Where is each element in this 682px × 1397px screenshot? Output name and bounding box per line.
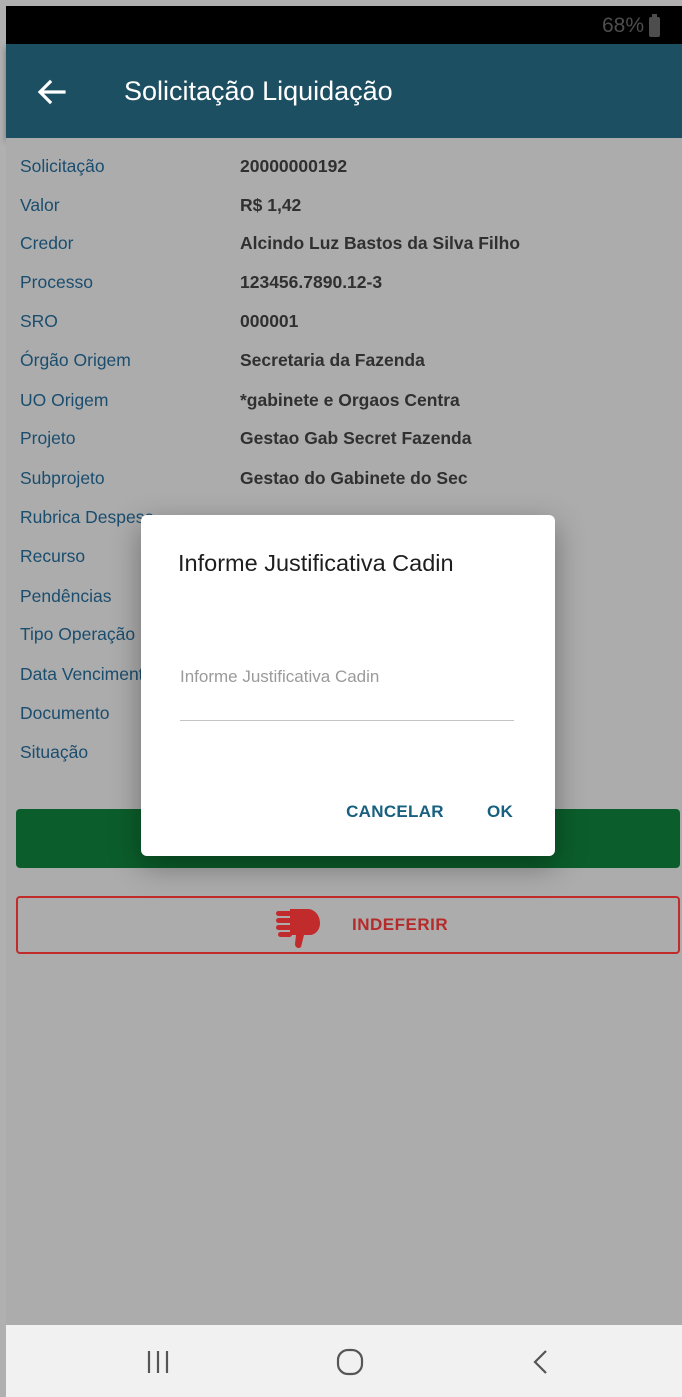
dialog-title: Informe Justificativa Cadin xyxy=(178,550,454,576)
home-icon[interactable] xyxy=(333,1345,367,1379)
field-label: Recurso xyxy=(20,546,86,566)
back-arrow-icon[interactable] xyxy=(32,72,72,112)
field-label: Subprojeto xyxy=(20,468,105,488)
field-label: Processo xyxy=(20,272,93,292)
field-value: Alcindo Luz Bastos da Silva Filho xyxy=(240,233,521,253)
field-label: SRO xyxy=(20,311,58,331)
field-label: Data Vencimento xyxy=(20,664,154,684)
justification-dialog: Informe Justificativa Cadin CANCELAR OK xyxy=(141,515,555,856)
thumbs-down-icon xyxy=(274,905,324,949)
field-value: 123456.7890.12-3 xyxy=(240,272,383,292)
ok-button[interactable]: OK xyxy=(475,787,525,837)
battery-icon xyxy=(649,14,660,37)
status-bar: 68% xyxy=(6,6,682,44)
field-value: Secretaria da Fazenda xyxy=(240,350,425,370)
field-label: Rubrica Despesa xyxy=(20,507,155,527)
field-label: Valor xyxy=(20,195,60,215)
back-nav-icon[interactable] xyxy=(526,1347,556,1377)
system-navigation-bar xyxy=(6,1325,682,1397)
recents-icon[interactable] xyxy=(138,1347,178,1377)
field-value: Gestao do Gabinete do Sec xyxy=(240,468,468,488)
field-label: Pendências xyxy=(20,586,112,606)
field-label: UO Origem xyxy=(20,390,109,410)
battery-level: 68% xyxy=(601,14,644,37)
field-label: Documento xyxy=(20,703,110,723)
field-value: 20000000192 xyxy=(240,156,348,176)
page-title: Solicitação Liquidação xyxy=(124,76,393,106)
field-label: Credor xyxy=(20,233,74,253)
field-row-processo: Processo 123456.7890.12-3 xyxy=(20,265,680,299)
reject-label: INDEFERIR xyxy=(352,915,449,934)
field-label: Solicitação xyxy=(20,156,105,176)
field-value: R$ 1,42 xyxy=(240,195,302,215)
field-row-valor: Valor R$ 1,42 xyxy=(20,188,680,222)
justification-input[interactable] xyxy=(180,661,514,721)
field-label: Projeto xyxy=(20,428,76,448)
field-label: Tipo Operação xyxy=(20,624,136,644)
field-label: Órgão Origem xyxy=(20,350,131,370)
field-row-credor: Credor Alcindo Luz Bastos da Silva Filho xyxy=(20,226,680,260)
field-row-solicitacao: Solicitação 20000000192 xyxy=(20,149,680,183)
field-row-subprojeto: Subprojeto Gestao do Gabinete do Sec xyxy=(20,461,680,495)
field-value: 000001 xyxy=(240,311,299,331)
field-row-uo-origem: UO Origem *gabinete e Orgaos Centra xyxy=(20,383,680,417)
field-row-sro: SRO 000001 xyxy=(20,304,680,338)
field-label: Situação xyxy=(20,742,89,762)
reject-button[interactable]: INDEFERIR xyxy=(16,896,680,954)
field-row-orgao-origem: Órgão Origem Secretaria da Fazenda xyxy=(20,343,680,377)
field-value: Gestao Gab Secret Fazenda xyxy=(240,428,472,448)
cancel-button[interactable]: CANCELAR xyxy=(337,787,453,837)
field-row-projeto: Projeto Gestao Gab Secret Fazenda xyxy=(20,421,680,455)
app-bar: Solicitação Liquidação xyxy=(6,44,682,138)
field-value: *gabinete e Orgaos Centra xyxy=(240,390,460,410)
